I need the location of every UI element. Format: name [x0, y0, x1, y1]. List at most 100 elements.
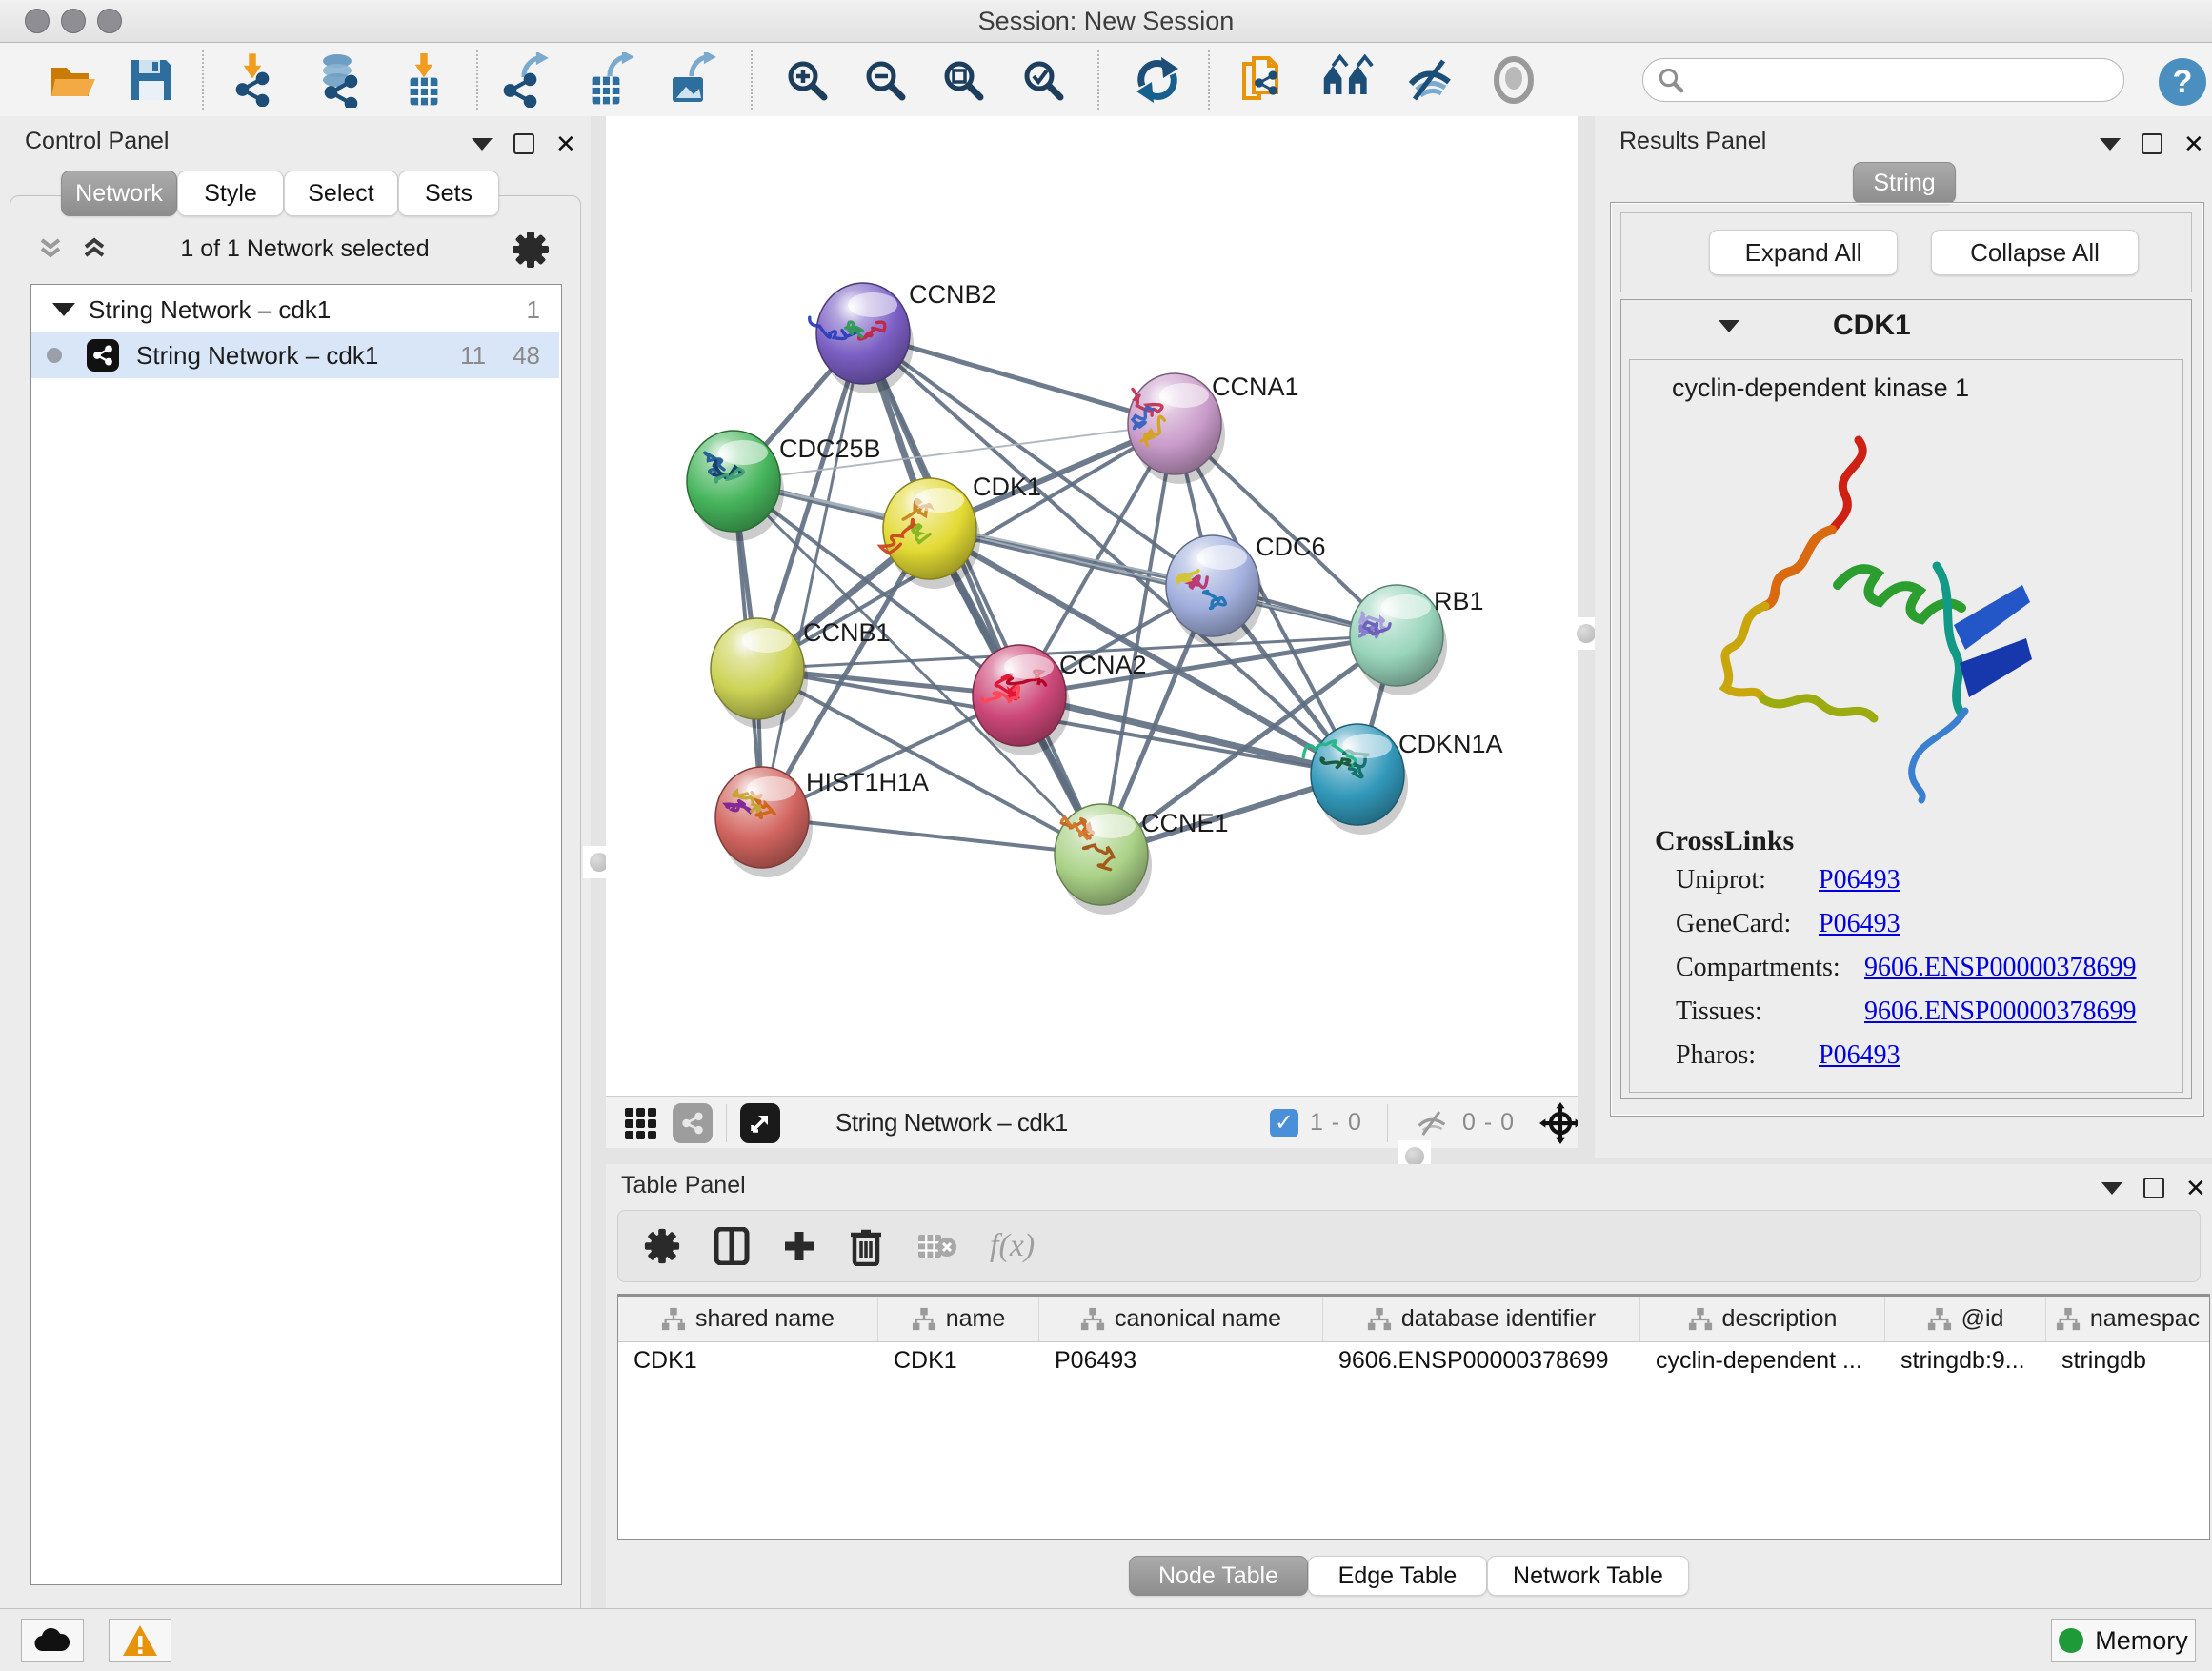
zoom-in-button[interactable] [779, 52, 835, 108]
network-selection-status: 1 of 1 Network selected [124, 235, 486, 263]
grid-view-button[interactable] [621, 1104, 659, 1142]
panel-float-icon[interactable] [2143, 1178, 2164, 1198]
network-collection-row[interactable]: String Network – cdk1 1 [31, 287, 559, 332]
open-session-button[interactable] [44, 52, 99, 108]
create-column-button[interactable] [782, 1229, 816, 1263]
search-input[interactable] [1685, 66, 2089, 94]
cell-name[interactable]: CDK1 [878, 1342, 1039, 1379]
clone-network-button[interactable] [1237, 52, 1292, 108]
column-header[interactable]: description [1640, 1297, 1885, 1341]
plus-icon [782, 1229, 816, 1263]
column-header[interactable]: canonical name [1039, 1297, 1323, 1341]
column-type-icon [913, 1307, 935, 1329]
import-network-from-database-button[interactable] [312, 52, 368, 108]
delete-table-button[interactable] [915, 1229, 957, 1263]
cell-description[interactable]: cyclin-dependent ... [1640, 1342, 1885, 1379]
memory-button[interactable]: Memory [2051, 1619, 2196, 1662]
network-canvas[interactable]: CCNB2CCNA1CDC25BCDK1CDC6RB1CCNB1CCNA2CDK… [606, 116, 1578, 1096]
toolbar-separator [202, 50, 204, 110]
tab-node-table[interactable]: Node Table [1129, 1556, 1308, 1596]
table-options-button[interactable] [643, 1227, 681, 1265]
crosslink-label: Compartments: [1676, 953, 1864, 983]
network-options-button[interactable] [511, 230, 551, 270]
column-header[interactable]: namespac [2046, 1297, 2209, 1341]
panel-float-icon[interactable] [513, 133, 534, 154]
detach-view-button[interactable] [740, 1103, 780, 1143]
panel-float-icon[interactable] [2142, 133, 2162, 154]
external-link-icon [749, 1112, 772, 1135]
network-node-ccna1[interactable]: CCNA1 [1128, 372, 1299, 484]
tab-select[interactable]: Select [284, 171, 398, 216]
tab-style[interactable]: Style [177, 171, 284, 216]
cell-id[interactable]: stringdb:9... [1885, 1342, 2046, 1379]
collapse-all-networks-button[interactable] [36, 234, 65, 263]
crosslink-value-link[interactable]: P06493 [1819, 909, 1900, 939]
cloud-status-button[interactable] [21, 1619, 84, 1662]
show-all-button[interactable] [1486, 52, 1541, 108]
cell-shared-name[interactable]: CDK1 [618, 1342, 878, 1379]
column-header[interactable]: @id [1885, 1297, 2046, 1341]
import-network-from-file-button[interactable] [229, 52, 284, 108]
network-node-cdc6[interactable]: CDC6 [1166, 533, 1326, 646]
panel-close-icon[interactable]: ✕ [2185, 1179, 2206, 1197]
column-header[interactable]: shared name [618, 1297, 878, 1341]
export-table-button[interactable] [583, 52, 638, 108]
columns-icon [714, 1227, 750, 1265]
panel-close-icon[interactable]: ✕ [2183, 135, 2204, 152]
crosslink-value-link[interactable]: 9606.ENSP00000378699 [1864, 953, 2136, 983]
network-node-rb1[interactable]: RB1 [1350, 585, 1484, 695]
network-node-ccne1[interactable]: CCNE1 [1055, 804, 1229, 915]
import-table-from-file-button[interactable] [396, 52, 452, 108]
expand-all-networks-button[interactable] [80, 234, 109, 263]
node-result-header[interactable]: CDK1 [1621, 300, 2191, 352]
column-header[interactable]: name [878, 1297, 1039, 1341]
collapse-all-button[interactable]: Collapse All [1931, 230, 2139, 275]
panel-menu-icon[interactable] [2100, 138, 2121, 151]
tab-network-table[interactable]: Network Table [1487, 1556, 1689, 1596]
right-splitter[interactable] [1578, 116, 1595, 1158]
save-session-button[interactable] [124, 52, 179, 108]
tab-edge-table[interactable]: Edge Table [1308, 1556, 1487, 1596]
help-button[interactable]: ? [2155, 54, 2210, 110]
tree-expander-icon[interactable] [52, 303, 75, 316]
refresh-icon [1131, 53, 1184, 107]
panel-menu-icon[interactable] [472, 138, 493, 151]
network-node-cdkn1a[interactable]: CDKN1A [1303, 724, 1502, 835]
cell-database-identifier[interactable]: 9606.ENSP00000378699 [1323, 1342, 1640, 1379]
panel-menu-icon[interactable] [2101, 1182, 2122, 1195]
zoom-out-button[interactable] [857, 52, 913, 108]
crosslink-value-link[interactable]: P06493 [1819, 1040, 1900, 1071]
first-neighbors-button[interactable] [1320, 52, 1376, 108]
table-row[interactable]: CDK1 CDK1 P06493 9606.ENSP00000378699 cy… [618, 1342, 2209, 1379]
tab-sets[interactable]: Sets [398, 171, 499, 216]
delete-column-button[interactable] [849, 1226, 883, 1266]
crosslink-label: GeneCard: [1676, 909, 1819, 939]
collapse-entry-icon[interactable] [1719, 320, 1739, 332]
warnings-button[interactable] [109, 1619, 171, 1662]
export-image-button[interactable] [665, 52, 720, 108]
network-node-cdk1[interactable]: CDK1 [880, 473, 1041, 589]
birdseye-navigator-button[interactable] [1539, 1102, 1581, 1144]
network-node-ccnb2[interactable]: CCNB2 [810, 280, 996, 393]
refresh-view-button[interactable] [1130, 52, 1185, 108]
cell-canonical-name[interactable]: P06493 [1039, 1342, 1323, 1379]
tab-network[interactable]: Network [61, 171, 177, 216]
cell-namespace[interactable]: stringdb [2046, 1342, 2209, 1379]
network-node-cdc25b[interactable]: CDC25B [687, 431, 881, 541]
tab-string[interactable]: String [1853, 162, 1956, 204]
expand-all-button[interactable]: Expand All [1709, 230, 1898, 275]
function-builder-button[interactable]: f(x) [990, 1228, 1035, 1264]
crosslink-value-link[interactable]: 9606.ENSP00000378699 [1864, 997, 2136, 1027]
hide-selected-button[interactable] [1402, 52, 1458, 108]
node-label-ccne1: CCNE1 [1141, 809, 1229, 837]
zoom-fit-button[interactable] [935, 52, 991, 108]
network-row-selected[interactable]: String Network – cdk1 11 48 [31, 332, 559, 378]
crosslink-value-link[interactable]: P06493 [1819, 865, 1900, 896]
export-network-button[interactable] [499, 52, 554, 108]
zoom-selected-button[interactable] [1016, 52, 1071, 108]
network-view-mode-button[interactable] [673, 1103, 713, 1143]
selected-nodes-checkbox[interactable]: ✓ [1270, 1109, 1298, 1137]
show-columns-button[interactable] [714, 1227, 750, 1265]
panel-close-icon[interactable]: ✕ [555, 135, 576, 152]
column-header[interactable]: database identifier [1323, 1297, 1640, 1341]
